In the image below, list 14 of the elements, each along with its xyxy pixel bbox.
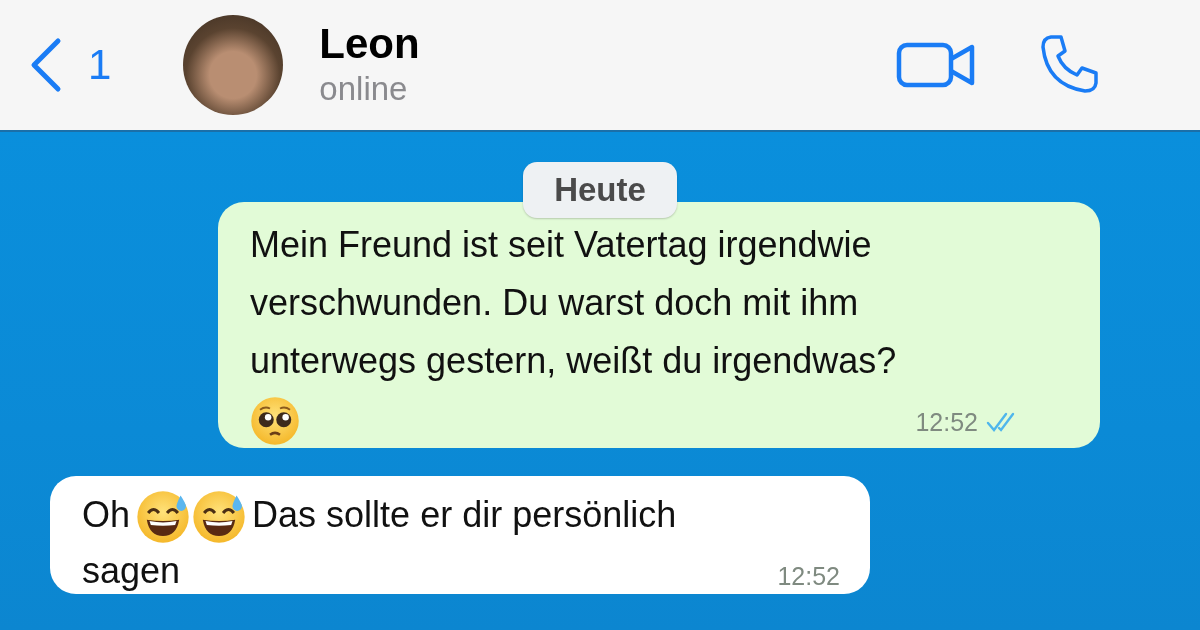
message-time: 12:52 [915, 407, 978, 438]
message-text: Mein Freund ist seit Vatertag irgendwie verschwunden. Du warst doch mit ihm unterwegs gestern, weißt du irgendwas? [250, 224, 897, 381]
date-label: Heute [523, 162, 677, 218]
grinning-sweat-face-icon [136, 490, 191, 545]
contact-name: Leon [319, 20, 420, 68]
contact-status: online [319, 69, 409, 109]
video-call-icon[interactable] [896, 42, 976, 88]
grinning-sweat-face-icon [192, 490, 247, 545]
message-text: Oh [82, 494, 131, 535]
pleading-face-icon [250, 396, 300, 447]
message-text: Das sollte er dir persönlich [252, 494, 677, 535]
back-button[interactable]: 1 [28, 37, 112, 93]
message-text: sagen [82, 550, 181, 592]
message-time: 12:52 [777, 561, 840, 593]
